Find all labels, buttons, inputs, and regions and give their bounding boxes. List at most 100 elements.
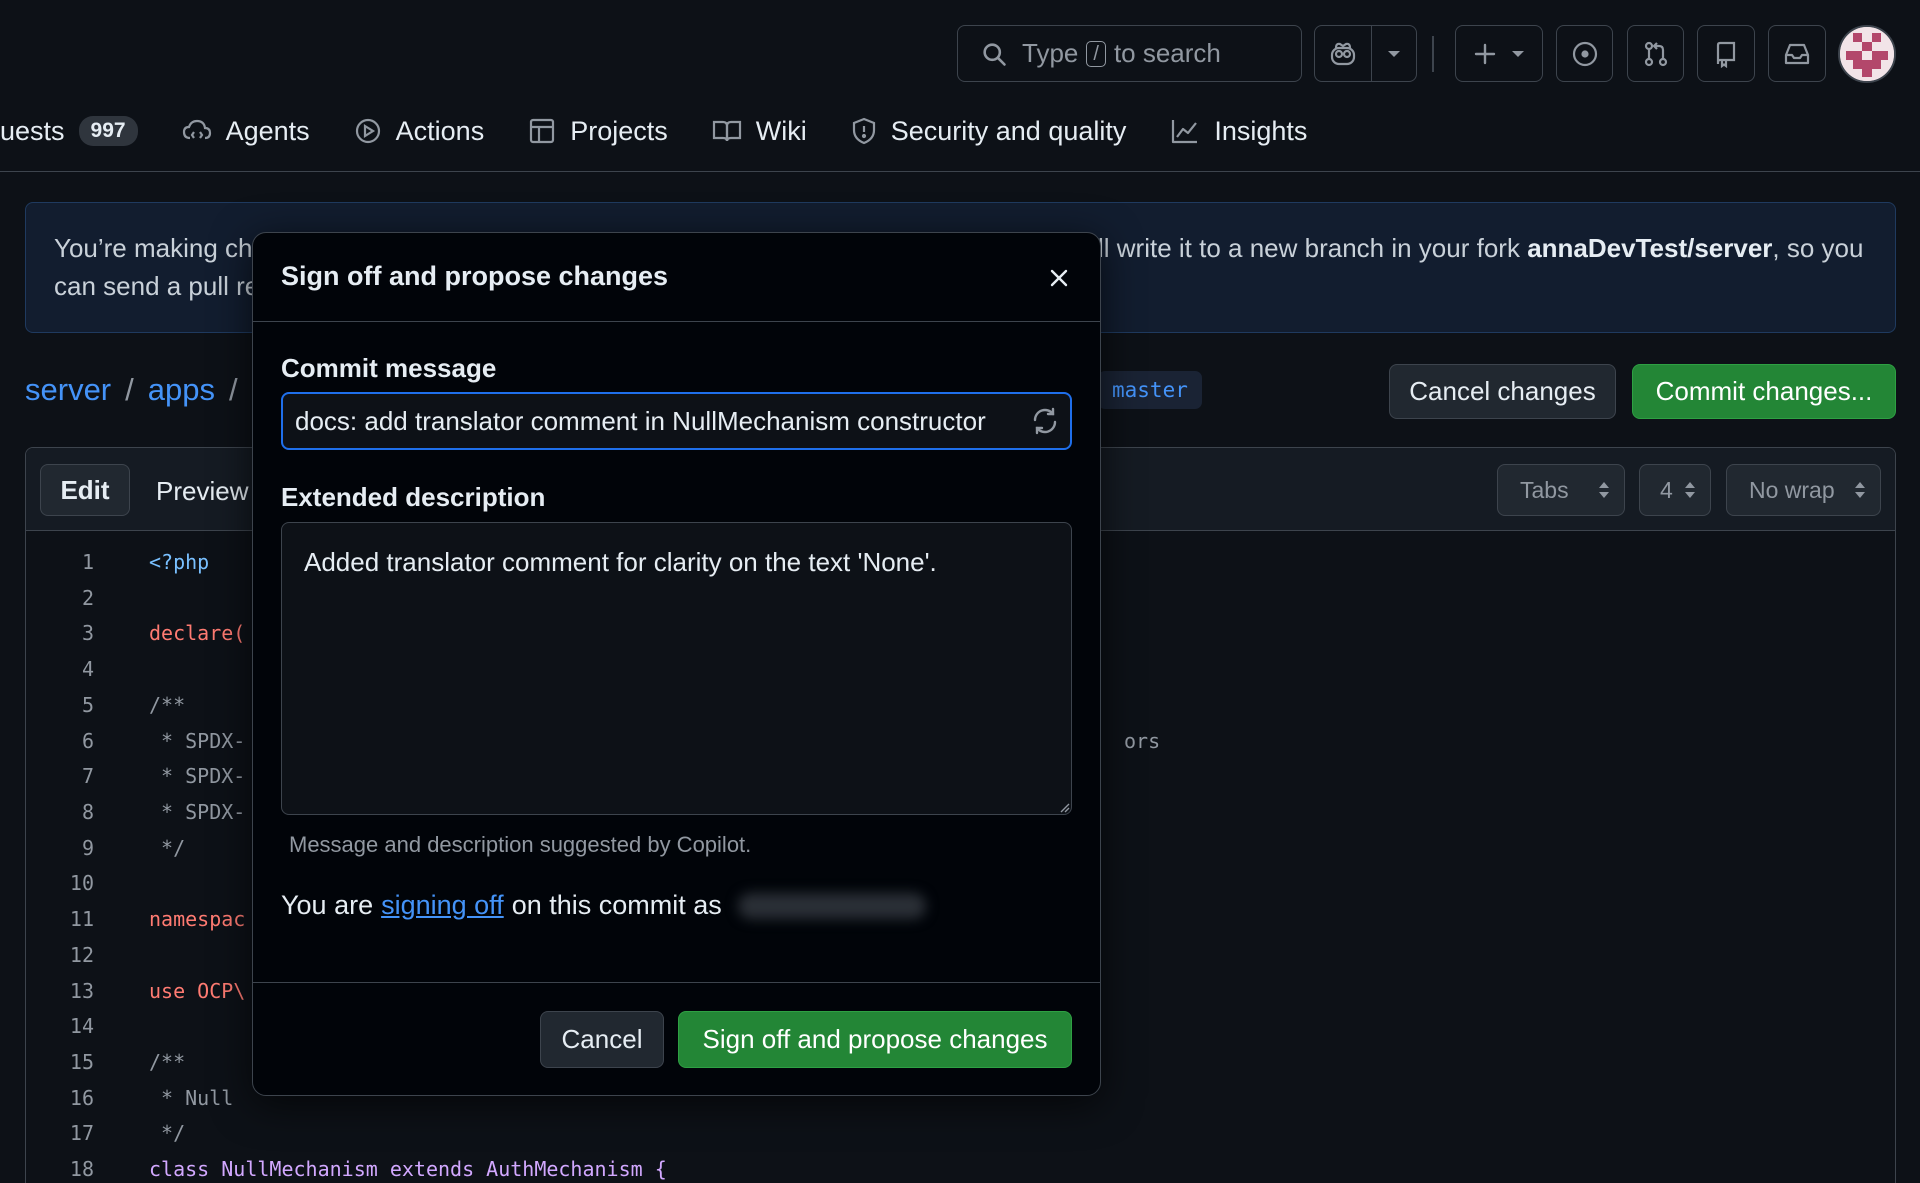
signoff-notice: You are signing off on this commit as <box>281 890 926 921</box>
line-number: 1 <box>81 550 94 574</box>
nav-actions[interactable]: Actions <box>354 115 485 147</box>
indent-mode-value: Tabs <box>1520 476 1569 503</box>
repositories-button[interactable] <box>1697 25 1755 82</box>
inbox-button[interactable] <box>1768 25 1826 82</box>
nav-insights[interactable]: Insights <box>1170 116 1307 147</box>
search-icon <box>980 40 1008 68</box>
branch-tag[interactable]: master <box>1098 371 1202 409</box>
code-text: use OCP\ <box>149 979 246 1003</box>
sort-arrows-icon <box>1854 481 1866 499</box>
signoff-text-post: on this commit as <box>511 890 722 920</box>
nav-security[interactable]: Security and quality <box>851 115 1127 147</box>
header-divider <box>1432 36 1434 72</box>
tab-edit[interactable]: Edit <box>40 464 130 516</box>
close-icon[interactable] <box>1044 263 1074 293</box>
table-icon <box>528 117 556 145</box>
line-number: 9 <box>81 836 94 860</box>
redacted-email <box>737 892 926 919</box>
code-text: */ <box>149 836 186 860</box>
pull-requests-button[interactable] <box>1627 25 1684 82</box>
line-number: 8 <box>81 800 94 824</box>
graph-icon <box>1170 117 1200 145</box>
line-number: 2 <box>81 586 94 610</box>
nav-agents-label: Agents <box>225 115 310 146</box>
nav-pull-requests-label: uests <box>0 115 65 146</box>
cloud-agent-icon <box>182 118 212 144</box>
plus-icon <box>1473 42 1497 66</box>
breadcrumb-separator: / <box>229 372 238 407</box>
dialog-footer-divider <box>253 982 1100 983</box>
search-shortcut-key: / <box>1086 40 1106 67</box>
cancel-button[interactable]: Cancel <box>540 1011 664 1068</box>
commit-message-input[interactable] <box>295 394 1015 448</box>
commit-message-label: Commit message <box>281 353 497 383</box>
indent-size-select[interactable]: 4 <box>1639 464 1711 516</box>
code-text: * Null <box>149 1086 246 1110</box>
shield-icon <box>851 117 877 145</box>
copilot-icon[interactable] <box>1315 26 1371 81</box>
line-number: 6 <box>81 729 94 753</box>
line-number: 11 <box>69 907 94 931</box>
code-text: */ <box>149 1121 186 1145</box>
book-icon <box>712 118 742 144</box>
cancel-changes-button[interactable]: Cancel changes <box>1389 364 1616 419</box>
create-new-button[interactable] <box>1455 25 1543 82</box>
nav-divider <box>0 171 1920 172</box>
extended-description-textarea[interactable]: Added translator comment for clarity on … <box>281 522 1072 815</box>
copilot-dropdown-caret-icon[interactable] <box>1372 26 1416 81</box>
nav-actions-label: Actions <box>395 115 485 146</box>
git-pull-request-icon <box>1642 40 1670 68</box>
breadcrumb-repo-link[interactable]: server <box>25 372 111 408</box>
code-text: declare( <box>149 621 246 645</box>
repo-nav: uests 997 Agents Actions Projects Wiki S… <box>0 108 1351 154</box>
nav-security-label: Security and quality <box>890 115 1127 146</box>
commit-message-field[interactable] <box>281 392 1072 450</box>
signoff-text-pre: You are <box>281 890 374 920</box>
wrap-mode-value: No wrap <box>1749 476 1835 503</box>
code-text-tail: ors <box>1124 729 1161 753</box>
signing-off-link[interactable]: signing off <box>381 890 504 921</box>
code-text: * SPDX- <box>149 729 246 753</box>
sign-off-dialog: Sign off and propose changes Commit mess… <box>252 232 1101 1096</box>
nav-wiki[interactable]: Wiki <box>712 116 807 147</box>
search-input[interactable]: Type / to search <box>957 25 1302 82</box>
nav-projects-label: Projects <box>570 115 668 146</box>
sort-arrows-icon <box>1598 481 1610 499</box>
line-number: 3 <box>81 621 94 645</box>
breadcrumb: server / apps / <box>25 372 238 408</box>
line-number: 14 <box>69 1014 94 1038</box>
code-text: class NullMechanism extends AuthMechanis… <box>149 1157 667 1181</box>
banner-line2-left: can send a pull re <box>54 271 260 301</box>
line-number: 5 <box>81 693 94 717</box>
breadcrumb-folder-link[interactable]: apps <box>148 372 215 408</box>
line-number: 16 <box>69 1086 94 1110</box>
code-line: 17 */ <box>26 1115 1895 1151</box>
copilot-suggestion-hint: Message and description suggested by Cop… <box>289 832 752 857</box>
refresh-suggestion-icon[interactable] <box>1031 407 1059 435</box>
wrap-mode-select[interactable]: No wrap <box>1726 464 1881 516</box>
nav-projects[interactable]: Projects <box>528 116 668 147</box>
commit-changes-button[interactable]: Commit changes... <box>1632 364 1896 419</box>
dialog-title: Sign off and propose changes <box>281 261 669 291</box>
banner-fork-text: ll write it to a new branch in your fork <box>1098 233 1528 263</box>
extended-description-label: Extended description <box>281 482 546 512</box>
resize-handle-icon[interactable] <box>1058 801 1070 813</box>
tab-preview[interactable]: Preview <box>156 476 248 507</box>
sign-off-propose-button[interactable]: Sign off and propose changes <box>678 1011 1072 1068</box>
issues-button[interactable] <box>1556 25 1613 82</box>
nav-pull-requests[interactable]: uests 997 <box>0 116 138 147</box>
copilot-split-button[interactable] <box>1314 25 1417 82</box>
play-icon <box>354 117 382 145</box>
line-number: 12 <box>69 943 94 967</box>
indent-mode-select[interactable]: Tabs <box>1497 464 1625 516</box>
code-line: 18 class NullMechanism extends AuthMechan… <box>26 1151 1895 1183</box>
nav-agents[interactable]: Agents <box>182 116 310 147</box>
line-number: 4 <box>81 657 94 681</box>
inbox-icon <box>1783 41 1811 67</box>
banner-line1-right: ll write it to a new branch in your fork… <box>1098 233 1863 264</box>
line-number: 17 <box>69 1121 94 1145</box>
code-text: namespac <box>149 907 246 931</box>
code-text: /** <box>149 1050 186 1074</box>
pull-requests-counter: 997 <box>78 116 138 146</box>
avatar[interactable] <box>1838 25 1896 83</box>
